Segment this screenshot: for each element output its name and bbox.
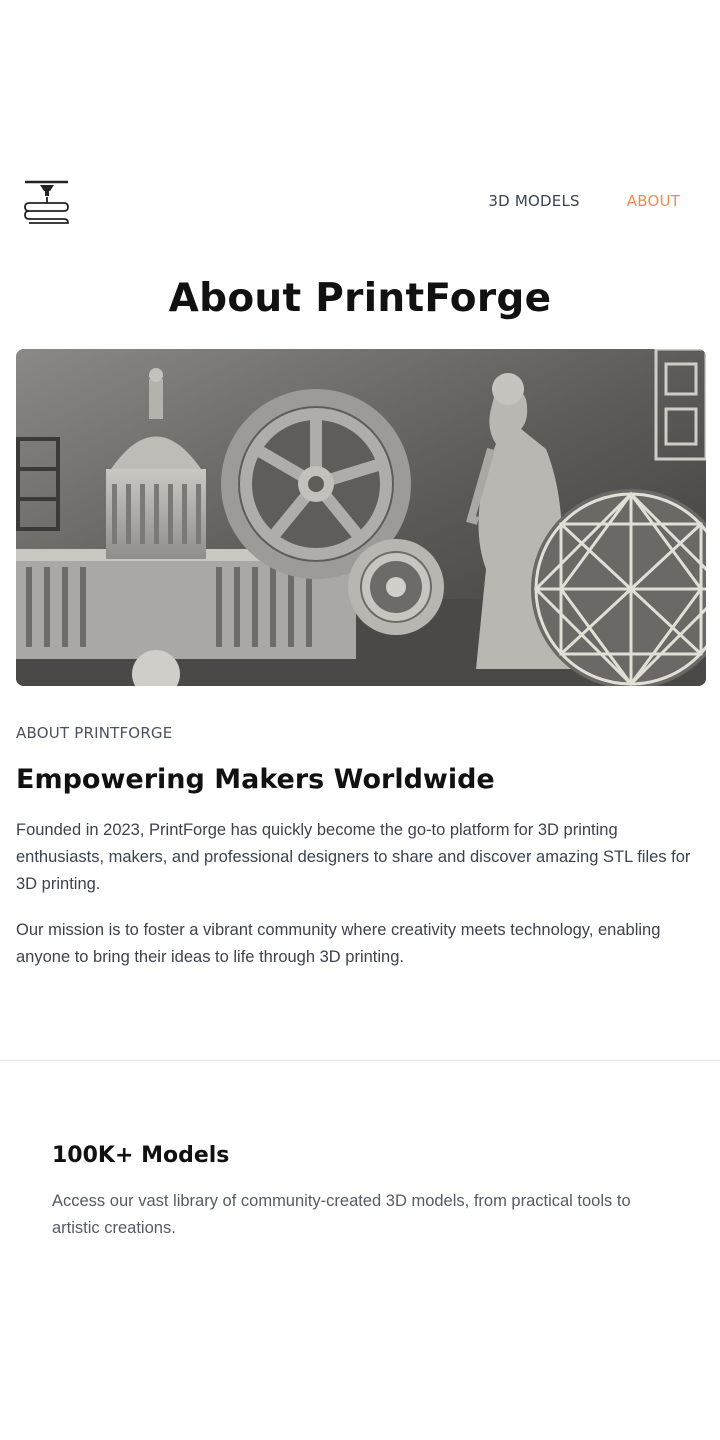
nav-about[interactable]: ABOUT (627, 192, 680, 210)
feature-title: 100K+ Models (52, 1143, 230, 1168)
about-eyebrow: ABOUT PRINTFORGE (16, 724, 173, 742)
page-title: About PrintForge (168, 276, 552, 321)
nav-3d-models[interactable]: 3D MODELS (488, 192, 579, 210)
main-nav: 3D MODELS ABOUT (488, 192, 680, 210)
about-paragraph-founded: Founded in 2023, PrintForge has quickly … (16, 821, 691, 893)
about-paragraph-mission: Our mission is to foster a vibrant commu… (16, 921, 661, 966)
feature-description: Access our vast library of community-cre… (52, 1192, 631, 1237)
3d-printer-nozzle-icon[interactable] (24, 180, 70, 226)
site-header: 3D MODELS ABOUT (0, 176, 720, 228)
about-title: Empowering Makers Worldwide (16, 764, 495, 795)
3d-printed-models-photo (16, 349, 706, 686)
section-divider (0, 1060, 720, 1061)
